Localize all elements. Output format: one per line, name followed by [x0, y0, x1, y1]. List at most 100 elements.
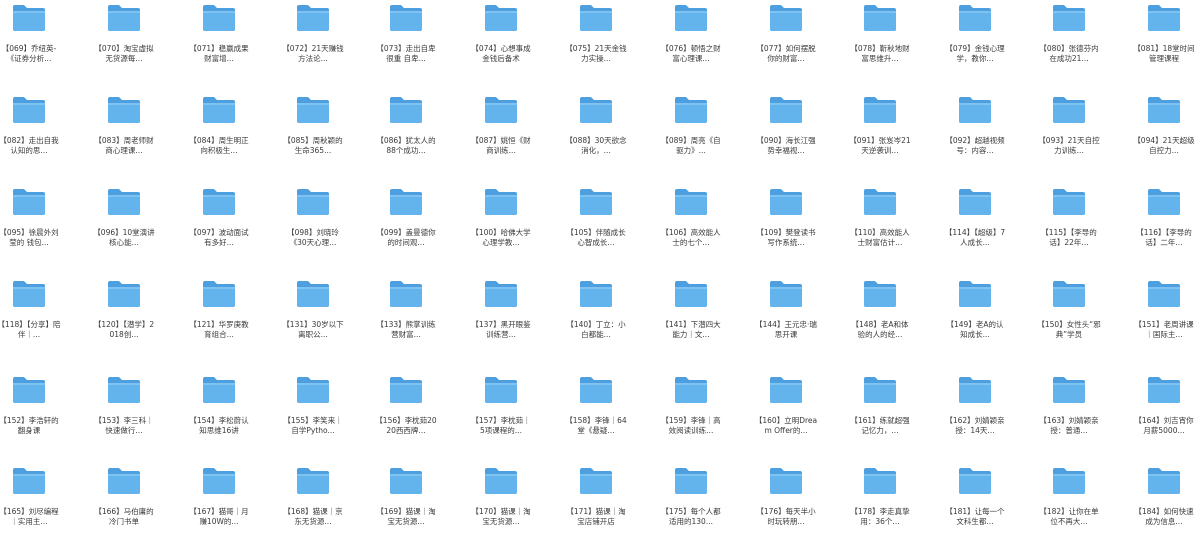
folder-item[interactable]: 【070】淘宝虚拟无货源每... — [88, 0, 160, 86]
folder-icon — [13, 377, 45, 403]
folder-item[interactable]: 【181】让每一个文科生都... — [939, 463, 1011, 549]
folder-label: 【085】周秋颖的生命365... — [283, 136, 343, 155]
folder-item[interactable]: 【167】猫哥｜月赚10W的... — [183, 463, 255, 549]
folder-label: 【088】30天欲念消化，... — [565, 136, 627, 155]
folder-item[interactable]: 【083】周老师财商心理课... — [88, 92, 160, 178]
folder-item[interactable]: 【168】猫课｜京东无货源... — [277, 463, 349, 549]
folder-item[interactable]: 【075】21天金钱力实操... — [560, 0, 632, 86]
folder-item[interactable]: 【092】超越视频号：内容... — [939, 92, 1011, 178]
folder-item[interactable]: 【176】每天半小时玩转朋... — [750, 463, 822, 549]
folder-item[interactable]: 【085】周秋颖的生命365... — [277, 92, 349, 178]
folder-icon — [864, 97, 896, 123]
folder-item[interactable]: 【133】熊掌训练营财富... — [370, 276, 442, 362]
folder-item[interactable]: 【094】21天超级自控力... — [1128, 92, 1200, 178]
folder-icon — [770, 5, 802, 31]
folder-label: 【178】李走真挚用：36个... — [850, 507, 910, 526]
folder-item[interactable]: 【076】顿悟之财富心理课... — [655, 0, 727, 86]
folder-item[interactable]: 【140】丁立：小白都能... — [560, 276, 632, 362]
folder-item[interactable]: 【078】靳秋地财富思维升... — [844, 0, 916, 86]
folder-item[interactable]: 【080】张德芬内在成功21... — [1033, 0, 1105, 86]
folder-icon — [390, 281, 422, 307]
folder-icon — [108, 468, 140, 494]
folder-item[interactable]: 【082】走出自我认知的思... — [0, 92, 65, 178]
folder-item[interactable]: 【098】刘晓玲《30天心理... — [277, 184, 349, 270]
folder-item[interactable]: 【073】走出自卑很重 自卑... — [370, 0, 442, 86]
folder-item[interactable]: 【118】【分享】陪伴｜... — [0, 276, 65, 362]
folder-item[interactable]: 【131】30岁以下离职公... — [277, 276, 349, 362]
folder-item[interactable]: 【144】王元忠·瑞思开课 — [750, 276, 822, 362]
folder-icon — [959, 97, 991, 123]
folder-item[interactable]: 【154】李松蔚认知思维16讲 — [183, 372, 255, 458]
folder-item[interactable]: 【163】刘婧颖亲授：普通... — [1033, 372, 1105, 458]
folder-item[interactable]: 【084】周生明正向积极生... — [183, 92, 255, 178]
folder-item[interactable]: 【160】立明Dream Offer的... — [750, 372, 822, 458]
folder-item[interactable]: 【141】下潜四大能力｜文... — [655, 276, 727, 362]
folder-item[interactable]: 【152】李浩轩的翻身课 — [0, 372, 65, 458]
folder-item[interactable]: 【155】李笑来｜自学Pytho... — [277, 372, 349, 458]
folder-item[interactable]: 【090】海长江强势幸福视... — [750, 92, 822, 178]
folder-icon — [297, 281, 329, 307]
folder-icon — [485, 189, 517, 215]
folder-item[interactable]: 【109】樊登读书写作系统... — [750, 184, 822, 270]
folder-label: 【168】猫课｜京东无货源... — [283, 507, 343, 526]
folder-item[interactable]: 【095】徐晨外刘莹的 钱包... — [0, 184, 65, 270]
folder-item[interactable]: 【182】让你在单位不再大... — [1033, 463, 1105, 549]
folder-item[interactable]: 【097】波动面试有多好... — [183, 184, 255, 270]
folder-item[interactable]: 【089】周亮《自驱力》... — [655, 92, 727, 178]
folder-item[interactable]: 【091】张岌岑21天逆袭训... — [844, 92, 916, 178]
folder-item[interactable]: 【184】如何快速成为信息... — [1128, 463, 1200, 549]
folder-item[interactable]: 【087】姚恒《财商训练... — [465, 92, 537, 178]
folder-item[interactable]: 【162】刘婧颖亲授：14天... — [939, 372, 1011, 458]
folder-item[interactable]: 【116】【李导的话】二年... — [1128, 184, 1200, 270]
folder-item[interactable]: 【114】【超级】7人成长... — [939, 184, 1011, 270]
folder-item[interactable]: 【071】稳赢成果财富增... — [183, 0, 255, 86]
folder-item[interactable]: 【105】伴随成长心智成长... — [560, 184, 632, 270]
folder-item[interactable]: 【149】老A的认知成长... — [939, 276, 1011, 362]
folder-item[interactable]: 【161】练就超强记忆力，... — [844, 372, 916, 458]
folder-label: 【069】乔纽英-《证券分析... — [1, 44, 57, 63]
folder-item[interactable]: 【157】李枕茹｜5项课程的... — [465, 372, 537, 458]
folder-item[interactable]: 【074】心想事成金钱后备术 — [465, 0, 537, 86]
folder-item[interactable]: 【081】18堂时间管理课程 — [1128, 0, 1200, 86]
folder-item[interactable]: 【079】金钱心理学，教你... — [939, 0, 1011, 86]
folder-item[interactable]: 【148】老A和体验的人的经... — [844, 276, 916, 362]
folder-item[interactable]: 【100】哈佛大学心理学教... — [465, 184, 537, 270]
folder-item[interactable]: 【106】高效能人士的七个... — [655, 184, 727, 270]
folder-item[interactable]: 【169】猫课｜淘宝无货源... — [370, 463, 442, 549]
folder-item[interactable]: 【077】如何摆脱你的财富... — [750, 0, 822, 86]
folder-icon — [390, 97, 422, 123]
folder-item[interactable]: 【178】李走真挚用：36个... — [844, 463, 916, 549]
folder-item[interactable]: 【159】李锋｜高效阅读训练... — [655, 372, 727, 458]
folder-icon — [770, 281, 802, 307]
folder-item[interactable]: 【153】李三科｜快速做行... — [88, 372, 160, 458]
folder-icon — [864, 189, 896, 215]
folder-label: 【080】张德芬内在成功21... — [1039, 44, 1099, 63]
folder-icon — [1148, 97, 1180, 123]
folder-item[interactable]: 【093】21天自控力训练... — [1033, 92, 1105, 178]
folder-item[interactable]: 【115】【李导的话】22年... — [1033, 184, 1105, 270]
folder-item[interactable]: 【175】每个人都适用的130... — [655, 463, 727, 549]
folder-item[interactable]: 【121】华罗庚教育组合... — [183, 276, 255, 362]
folder-icon — [675, 468, 707, 494]
folder-item[interactable]: 【086】犹太人的88个成功... — [370, 92, 442, 178]
folder-item[interactable]: 【072】21天赚钱方法论... — [277, 0, 349, 86]
folder-item[interactable]: 【088】30天欲念消化，... — [560, 92, 632, 178]
folder-item[interactable]: 【150】女性头“邪典”学员 — [1033, 276, 1105, 362]
folder-item[interactable]: 【151】老周讲课｜国际主... — [1128, 276, 1200, 362]
folder-item[interactable]: 【165】刘尽编程｜实用主... — [0, 463, 65, 549]
folder-icon — [297, 377, 329, 403]
folder-item[interactable]: 【166】马伯庸的冷门书单 — [88, 463, 160, 549]
folder-item[interactable]: 【164】刘吉宵你月薪5000... — [1128, 372, 1200, 458]
folder-item[interactable]: 【171】猫课｜淘宝店铺开店 — [560, 463, 632, 549]
folder-item[interactable]: 【170】猫课｜淘宝无货源... — [465, 463, 537, 549]
folder-item[interactable]: 【110】高效能人士财富估计... — [844, 184, 916, 270]
folder-item[interactable]: 【069】乔纽英-《证券分析... — [0, 0, 65, 86]
folder-item[interactable]: 【096】10堂演讲核心能... — [88, 184, 160, 270]
folder-icon — [580, 5, 612, 31]
folder-item[interactable]: 【137】黑开眼鉴训练营... — [465, 276, 537, 362]
folder-item[interactable]: 【156】李枕茹2020西西牌... — [370, 372, 442, 458]
folder-item[interactable]: 【120】【潜学】2018创... — [88, 276, 160, 362]
folder-item[interactable]: 【099】盖曼德你的时间观... — [370, 184, 442, 270]
folder-item[interactable]: 【158】李锋｜64堂《悬疑... — [560, 372, 632, 458]
folder-icon — [770, 377, 802, 403]
